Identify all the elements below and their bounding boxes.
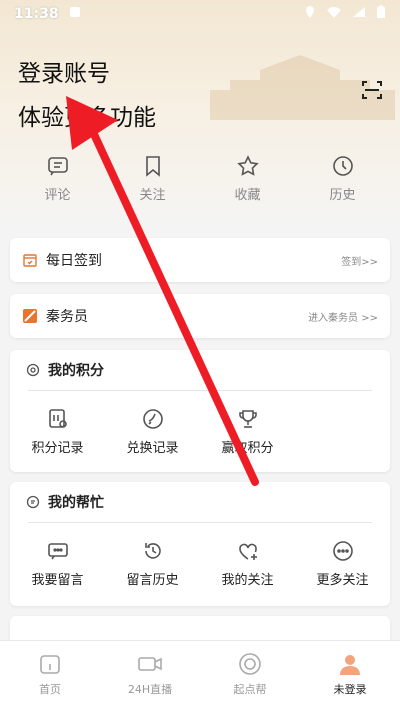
qinwuyuan-logo-icon <box>23 309 37 323</box>
trophy-icon <box>238 410 257 428</box>
my-help-card: 我的帮忙 我要留言 留言历史 我的关注 更多关注 <box>10 482 390 606</box>
tab-home[interactable]: 首页 <box>10 651 90 712</box>
tab-label: 首页 <box>39 683 61 696</box>
earn-points-button[interactable]: 赢取积分 <box>200 403 295 456</box>
message-history-label: 留言历史 <box>126 573 179 588</box>
message-icon <box>47 543 68 560</box>
qinwuyuan-title: 秦务员 <box>46 309 88 325</box>
more-follow-button[interactable]: 更多关注 <box>295 535 390 588</box>
exchange-record-icon <box>142 409 163 429</box>
clock-icon <box>332 156 353 176</box>
calendar-icon <box>23 254 37 267</box>
my-follow-button[interactable]: 我的关注 <box>200 535 295 588</box>
my-points-header: 我的积分 <box>10 350 390 390</box>
tab-label: 未登录 <box>333 683 367 696</box>
help-actions: 我要留言 留言历史 我的关注 更多关注 <box>10 523 390 588</box>
building-silhouette-image <box>210 55 395 120</box>
battery-icon <box>376 5 386 23</box>
wifi-icon <box>326 6 342 22</box>
user-avatar-icon <box>340 655 360 675</box>
tab-label: 起点帮 <box>233 683 267 696</box>
daily-checkin-row[interactable]: 每日签到 签到>> <box>10 238 390 282</box>
quick-action-favorite[interactable]: 收藏 <box>213 154 283 214</box>
heart-plus-icon <box>238 543 257 560</box>
points-record-label: 积分记录 <box>31 441 84 456</box>
leave-message-label: 我要留言 <box>31 573 84 588</box>
home-icon <box>40 655 60 674</box>
tab-live[interactable]: 24H直播 <box>110 651 190 712</box>
quick-action-label: 收藏 <box>234 188 261 203</box>
quick-action-label: 历史 <box>329 188 356 203</box>
location-icon <box>304 5 316 23</box>
comment-icon <box>47 157 68 176</box>
quick-action-comment[interactable]: 评论 <box>23 154 93 214</box>
help-icon <box>26 495 40 509</box>
status-time: 11:38 <box>14 6 59 22</box>
points-icon <box>26 363 40 377</box>
quick-action-history[interactable]: 历史 <box>308 154 378 214</box>
exchange-record-button[interactable]: 兑换记录 <box>105 403 200 456</box>
leave-message-button[interactable]: 我要留言 <box>10 535 105 588</box>
quick-actions: 评论 关注 收藏 历史 <box>10 154 390 214</box>
quick-action-label: 评论 <box>44 188 71 203</box>
message-history-button[interactable]: 留言历史 <box>105 535 200 588</box>
daily-checkin-title: 每日签到 <box>46 253 102 269</box>
message-history-icon <box>144 543 161 559</box>
login-subtitle[interactable]: 体验更多功能 <box>18 98 156 132</box>
signal-icon <box>352 6 366 22</box>
points-actions: 积分记录 兑换记录 赢取积分 <box>10 391 390 456</box>
bottom-tab-bar: 首页 24H直播 起点帮 未登录 <box>0 640 400 712</box>
my-points-card: 我的积分 积分记录 兑换记录 赢取积分 <box>10 350 390 472</box>
status-bar: 11:38 <box>0 0 400 28</box>
login-account-link[interactable]: 登录账号 <box>18 54 110 88</box>
exchange-record-label: 兑换记录 <box>126 441 179 456</box>
points-record-button[interactable]: 积分记录 <box>10 403 105 456</box>
bookmark-icon <box>145 156 160 177</box>
points-record-icon <box>48 409 67 428</box>
scan-icon[interactable] <box>360 78 384 102</box>
next-card-peek <box>10 616 390 640</box>
my-points-title: 我的积分 <box>48 363 104 379</box>
my-follow-label: 我的关注 <box>221 573 274 588</box>
my-help-title: 我的帮忙 <box>48 495 104 511</box>
my-help-header: 我的帮忙 <box>10 482 390 522</box>
more-icon <box>332 541 353 561</box>
earn-points-label: 赢取积分 <box>221 441 274 456</box>
star-icon <box>236 155 259 176</box>
checkin-link[interactable]: 签到>> <box>341 253 378 268</box>
tab-label: 24H直播 <box>127 683 173 696</box>
live-camera-icon <box>138 657 162 671</box>
enter-qinwuyuan-link[interactable]: 进入秦务员 >> <box>308 309 378 324</box>
quick-action-follow[interactable]: 关注 <box>118 154 188 214</box>
more-follow-label: 更多关注 <box>316 573 369 588</box>
quick-action-label: 关注 <box>139 188 166 203</box>
tab-qidianbang[interactable]: 起点帮 <box>210 651 290 712</box>
qinwuyuan-row[interactable]: 秦务员 进入秦务员 >> <box>10 294 390 338</box>
notification-icon <box>69 6 81 22</box>
target-icon <box>239 653 261 675</box>
tab-not-logged-in[interactable]: 未登录 <box>310 651 390 712</box>
